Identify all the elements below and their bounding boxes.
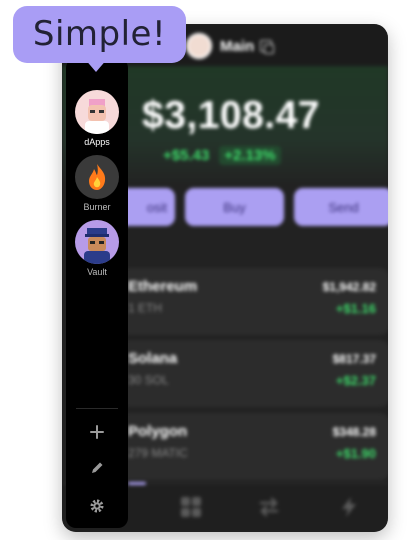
token-value: $348.28 — [332, 425, 376, 439]
token-change: +$1.90 — [335, 446, 376, 461]
change-amount: +$5.43 — [163, 147, 210, 164]
account-sidebar: dApps Burner Vault — [66, 58, 128, 528]
action-buttons: osit Buy Send — [112, 188, 388, 226]
callout-bubble: Simple! — [13, 6, 186, 63]
token-change: +$1.16 — [335, 301, 376, 316]
copy-icon[interactable] — [260, 40, 275, 54]
balance-change: +$5.43 +2.13% — [163, 146, 281, 165]
account-name: Main — [220, 37, 255, 55]
lightning-icon[interactable] — [338, 496, 360, 518]
sidebar-item-dapps[interactable]: dApps — [66, 90, 128, 147]
grid-icon[interactable] — [180, 496, 202, 518]
token-name: Polygon — [128, 423, 188, 440]
token-value: $817.37 — [332, 352, 376, 366]
sidebar-item-label: Burner — [83, 202, 111, 212]
account-switcher[interactable]: Main — [186, 33, 275, 59]
token-name: Solana — [128, 350, 178, 367]
account-avatar — [186, 33, 212, 59]
active-tab-indicator — [128, 482, 146, 485]
swap-icon[interactable] — [258, 496, 280, 518]
vault-avatar — [75, 220, 119, 264]
dapps-avatar — [75, 90, 119, 134]
pencil-icon[interactable] — [89, 460, 105, 476]
sidebar-item-burner[interactable]: Burner — [66, 155, 128, 212]
gear-icon[interactable] — [89, 498, 105, 514]
token-value: $1,942.82 — [322, 280, 376, 294]
fire-icon — [75, 155, 119, 199]
token-amount: 1 ETH — [128, 301, 163, 315]
token-change: +$2.37 — [335, 373, 376, 388]
change-percent: +2.13% — [219, 146, 281, 165]
plus-icon[interactable] — [89, 424, 105, 440]
total-balance: $3,108.47 — [142, 94, 321, 137]
token-amount: 30 SOL — [128, 373, 169, 387]
token-row-polygon[interactable]: Polygon 279 MATIC $348.28 +$1.90 — [118, 413, 388, 480]
token-row-ethereum[interactable]: Ethereum 1 ETH $1,942.82 +$1.16 — [118, 268, 388, 335]
token-amount: 279 MATIC — [128, 446, 188, 460]
send-button[interactable]: Send — [294, 188, 388, 226]
buy-button[interactable]: Buy — [185, 188, 284, 226]
sidebar-divider — [76, 408, 118, 409]
callout-tail — [84, 58, 108, 72]
sidebar-item-vault[interactable]: Vault — [66, 220, 128, 277]
token-row-solana[interactable]: Solana 30 SOL $817.37 +$2.37 — [118, 340, 388, 407]
token-name: Ethereum — [128, 278, 198, 295]
sidebar-item-label: dApps — [84, 137, 110, 147]
callout-text: Simple! — [32, 14, 167, 54]
sidebar-item-label: Vault — [87, 267, 107, 277]
